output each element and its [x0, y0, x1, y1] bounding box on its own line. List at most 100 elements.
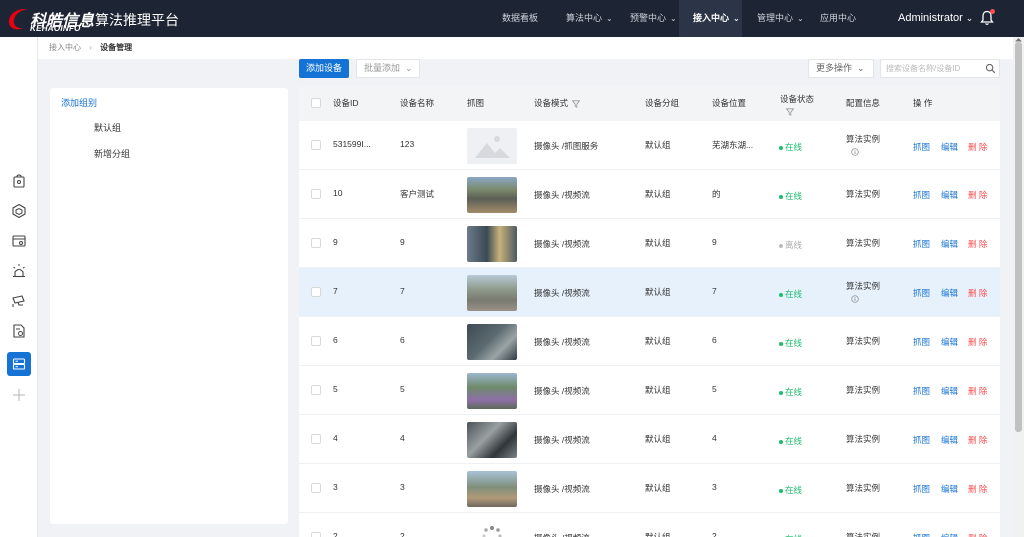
device-search-input[interactable]: [881, 60, 981, 77]
more-actions-dropdown[interactable]: 更多操作 ⌄: [808, 59, 874, 78]
edit-link[interactable]: 编辑: [941, 483, 958, 495]
edit-link[interactable]: 编辑: [941, 287, 958, 299]
snapshot-link[interactable]: 抓图: [913, 287, 930, 299]
row-checkbox[interactable]: [311, 385, 321, 395]
nav-alert-center[interactable]: 预警中心 ⌄: [630, 0, 677, 37]
group-item-new[interactable]: 新增分组: [94, 147, 130, 160]
nav-algorithm-center[interactable]: 算法中心 ⌄: [566, 0, 613, 37]
snapshot-thumbnail[interactable]: [467, 422, 517, 458]
delete-link[interactable]: 删 除: [968, 189, 987, 201]
breadcrumb-parent[interactable]: 接入中心: [49, 43, 81, 52]
row-checkbox[interactable]: [311, 189, 321, 199]
device-mode: 摄像头 /视频流: [534, 386, 590, 396]
table-row[interactable]: 4 4 摄像头 /视频流 默认组 4 在线 算法实例 抓图 编辑删 除: [299, 415, 1000, 464]
snapshot-thumbnail[interactable]: [467, 275, 517, 311]
rail-item-window[interactable]: [7, 229, 31, 253]
nav-dashboard[interactable]: 数据看板: [502, 0, 538, 37]
filter-icon[interactable]: [572, 100, 581, 108]
select-all-checkbox[interactable]: [311, 98, 321, 108]
table-row[interactable]: 6 6 摄像头 /视频流 默认组 6 在线 算法实例 抓图 编辑删 除: [299, 317, 1000, 366]
table-row[interactable]: 3 3 摄像头 /视频流 默认组 3 在线 算法实例 抓图 编辑删 除: [299, 464, 1000, 513]
loading-spinner-icon: [482, 526, 502, 537]
delete-link[interactable]: 删 除: [968, 141, 987, 153]
delete-link[interactable]: 删 除: [968, 434, 987, 446]
table-row[interactable]: 7 7 摄像头 /视频流 默认组 7 在线 算法实例 抓图 编辑删 除: [299, 268, 1000, 317]
rail-item-add[interactable]: [7, 383, 31, 407]
batch-add-dropdown[interactable]: 批量添加 ⌄: [356, 59, 420, 78]
group-item-default[interactable]: 默认组: [94, 121, 121, 134]
edit-link[interactable]: 编辑: [941, 189, 958, 201]
row-checkbox[interactable]: [311, 483, 321, 493]
user-menu[interactable]: Administrator ⌄: [898, 0, 973, 37]
delete-link[interactable]: 删 除: [968, 287, 987, 299]
rail-item-devices[interactable]: [7, 352, 31, 376]
edit-link[interactable]: 编辑: [941, 385, 958, 397]
table-row[interactable]: 10 客户测试 摄像头 /视频流 默认组 的 在线 算法实例 抓图 编辑删 除: [299, 170, 1000, 219]
status-dot: [779, 390, 783, 395]
snapshot-thumbnail[interactable]: [467, 373, 517, 409]
table-row[interactable]: 9 9 摄像头 /视频流 默认组 9 离线 算法实例 抓图 编辑删 除: [299, 219, 1000, 268]
nav-access-center[interactable]: 接入中心 ⌄: [679, 0, 742, 37]
snapshot-thumbnail[interactable]: [467, 128, 517, 164]
snapshot-link[interactable]: 抓图: [913, 434, 930, 446]
nav-application-center[interactable]: 应用中心: [820, 0, 856, 37]
delete-link[interactable]: 删 除: [968, 385, 987, 397]
add-group-link[interactable]: 添加组别: [61, 96, 97, 109]
device-group: 默认组: [645, 434, 671, 444]
add-device-button[interactable]: 添加设备: [299, 59, 349, 78]
snapshot-thumbnail[interactable]: [467, 226, 517, 262]
row-checkbox[interactable]: [311, 140, 321, 150]
device-table: 设备ID 设备名称 抓图 设备模式 设备分组 设备位置 设备状态 配置信息 操 …: [299, 86, 1000, 537]
notification-badge: [990, 9, 995, 14]
device-id: 7: [333, 286, 338, 296]
snapshot-link[interactable]: 抓图: [913, 141, 930, 153]
chevron-down-icon: ⌄: [857, 63, 865, 73]
row-checkbox[interactable]: [311, 336, 321, 346]
rail-item-camera[interactable]: [7, 289, 31, 313]
device-name: 6: [400, 335, 405, 345]
snapshot-thumbnail[interactable]: [467, 177, 517, 213]
rail-item-app[interactable]: [7, 169, 31, 193]
device-status: 在线: [779, 141, 802, 153]
snapshot-link[interactable]: 抓图: [913, 483, 930, 495]
status-dot: [779, 341, 783, 346]
snapshot-link[interactable]: 抓图: [913, 385, 930, 397]
nav-management-center[interactable]: 管理中心 ⌄: [757, 0, 804, 37]
chevron-down-icon: ⌄: [405, 63, 413, 73]
edit-link[interactable]: 编辑: [941, 336, 958, 348]
snapshot-link[interactable]: 抓图: [913, 336, 930, 348]
delete-link[interactable]: 删 除: [968, 336, 987, 348]
chevron-down-icon: ⌄: [670, 14, 677, 23]
device-mode: 摄像头 /视频流: [534, 532, 590, 537]
snapshot-link[interactable]: 抓图: [913, 532, 930, 537]
row-checkbox[interactable]: [311, 238, 321, 248]
edit-link[interactable]: 编辑: [941, 434, 958, 446]
info-circle-icon[interactable]: [851, 148, 859, 156]
device-name: 123: [400, 139, 415, 149]
edit-link[interactable]: 编辑: [941, 141, 958, 153]
rail-item-document[interactable]: [7, 319, 31, 343]
device-status: 在线: [779, 190, 802, 202]
snapshot-thumbnail[interactable]: [467, 324, 517, 360]
delete-link[interactable]: 删 除: [968, 238, 987, 250]
snapshot-thumbnail[interactable]: [467, 471, 517, 507]
filter-icon[interactable]: [786, 108, 794, 116]
edit-link[interactable]: 编辑: [941, 532, 958, 537]
rail-item-model[interactable]: [7, 199, 31, 223]
info-circle-icon[interactable]: [851, 295, 859, 303]
config-info: 算法实例: [846, 336, 881, 346]
edit-link[interactable]: 编辑: [941, 238, 958, 250]
search-icon[interactable]: [985, 63, 996, 74]
row-checkbox[interactable]: [311, 287, 321, 297]
rail-item-alarm[interactable]: [7, 259, 31, 283]
table-row[interactable]: 531599I... 123 摄像头 /抓图服务 默认组 芜湖东湖... 在线 算法实例 抓图…: [299, 121, 1000, 170]
row-checkbox[interactable]: [311, 434, 321, 444]
delete-link[interactable]: 删 除: [968, 483, 987, 495]
snapshot-link[interactable]: 抓图: [913, 189, 930, 201]
scrollbar-thumb[interactable]: [1015, 42, 1022, 432]
delete-link[interactable]: 删 除: [968, 532, 987, 537]
table-row[interactable]: 2 2 摄像头 /视频流 默认组 2 在线 算法实例 抓图 编辑 删 除: [299, 513, 1000, 537]
row-checkbox[interactable]: [311, 532, 321, 537]
table-row[interactable]: 5 5 摄像头 /视频流 默认组 5 在线 算法实例 抓图 编辑删 除: [299, 366, 1000, 415]
snapshot-link[interactable]: 抓图: [913, 238, 930, 250]
